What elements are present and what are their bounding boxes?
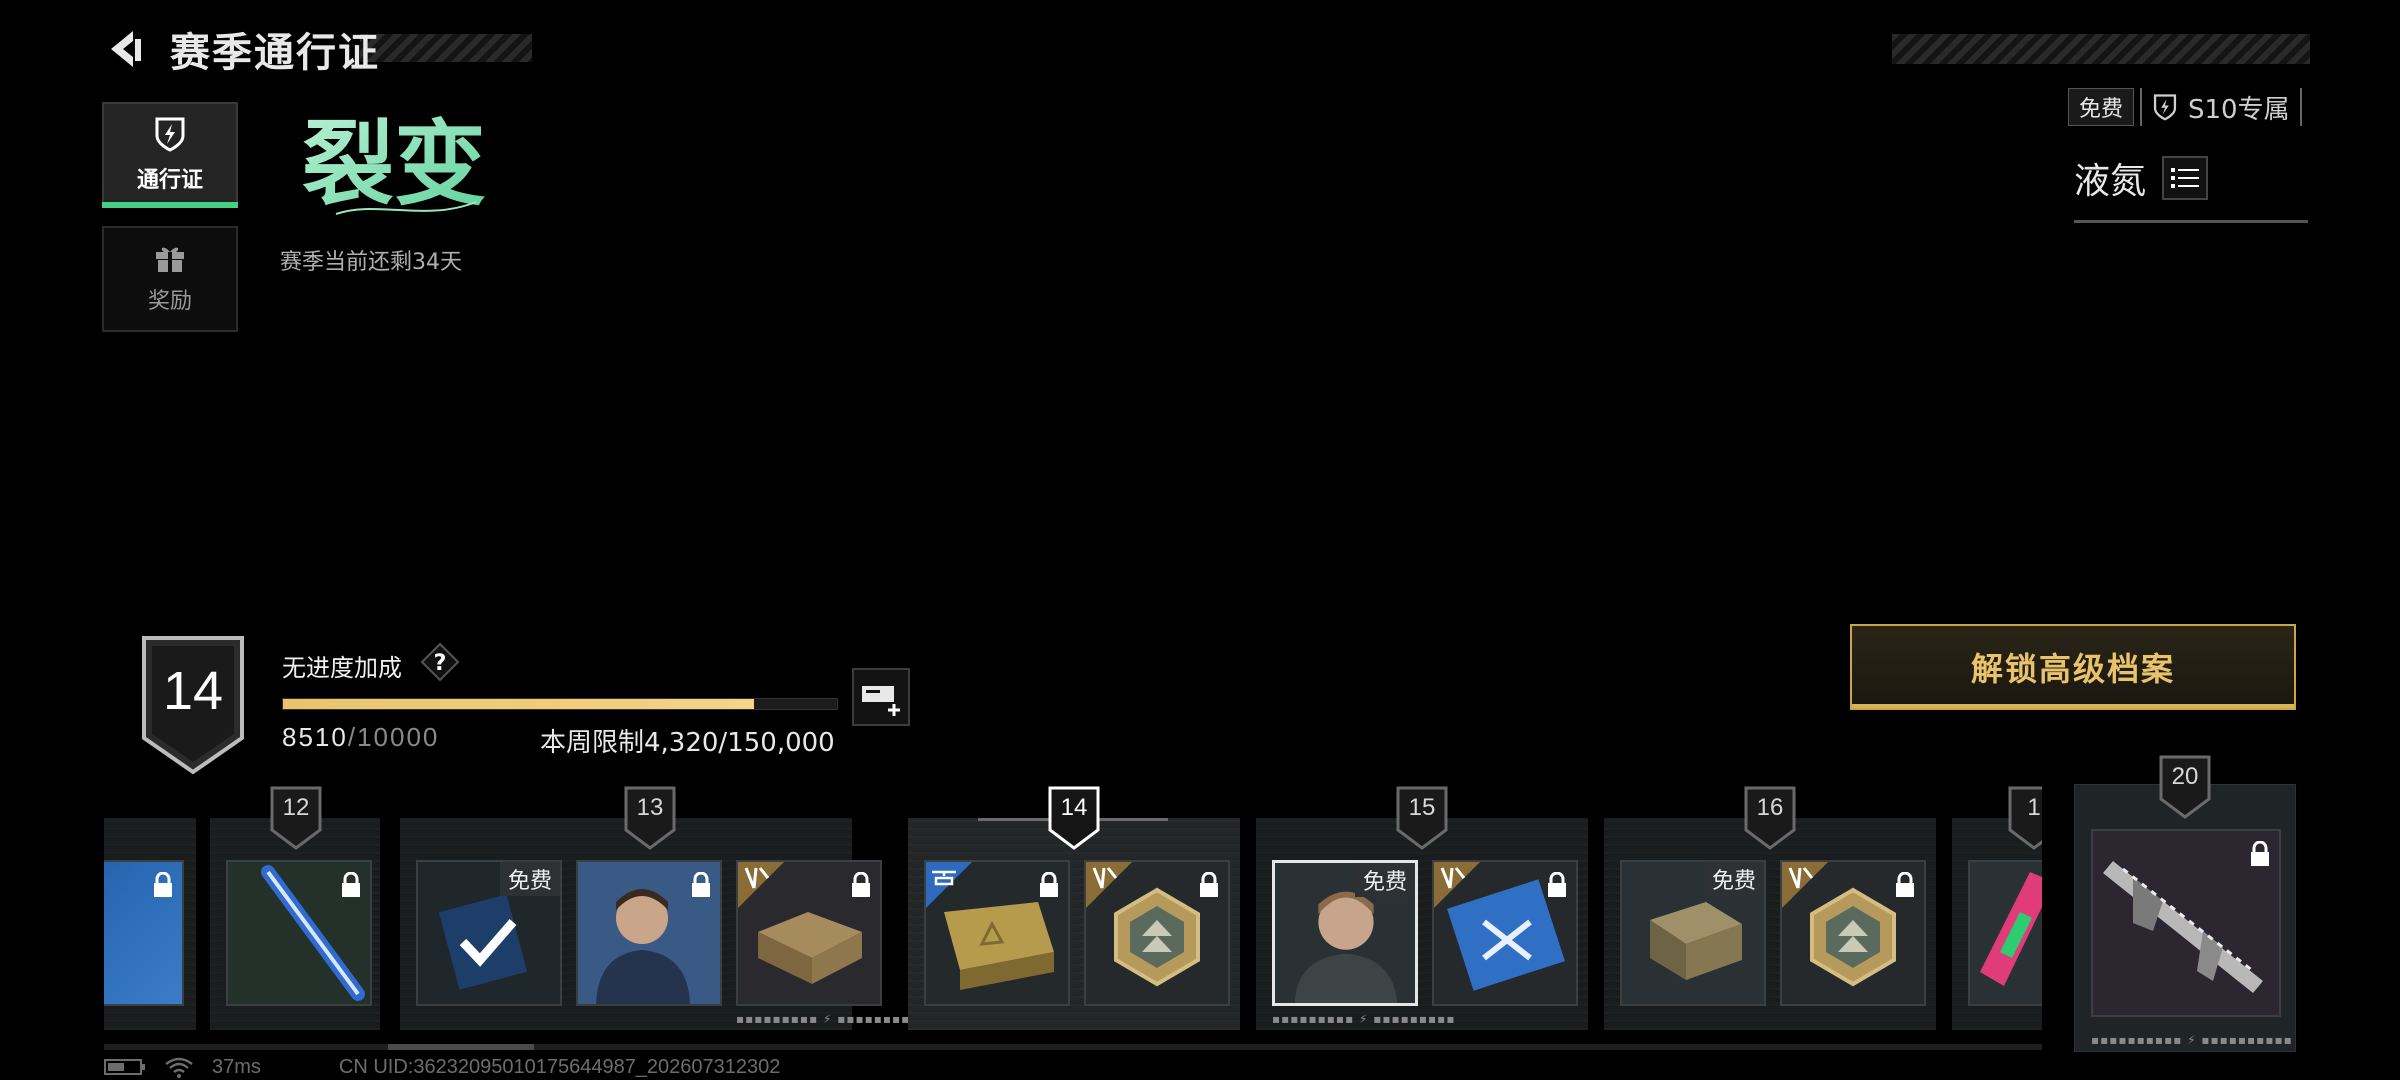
list-icon [2171,168,2199,188]
list-button[interactable] [2162,156,2208,200]
reward-track[interactable]: 12 13 免费 ▪▪▪▪▪▪▪▪▪ ⚡ ▪▪▪▪▪▪▪▪▪ 14 15 免费 … [104,786,2042,1042]
xp-max: /10000 [347,722,440,752]
level-tag-number: 16 [1756,794,1784,821]
free-track-chip[interactable]: 免费 [2068,88,2135,126]
lock-icon [2251,841,2269,866]
season-logo-text: 裂变 [302,111,486,218]
reward-group-16: 16 免费 [1604,786,1936,1030]
page-title: 赛季通行证 [170,30,380,76]
level-tag-number: 1 [2027,794,2041,821]
season-name: 液氮 [2074,161,2147,202]
xp-progress-fill [283,699,755,709]
back-arrow-icon [111,31,141,67]
reward-card[interactable] [1084,860,1230,1006]
divider [2074,220,2308,223]
level-tag: 13 [624,786,676,850]
help-icon: ? [434,651,447,676]
current-level: 14 [162,661,224,721]
reward-card[interactable]: 免费 [416,860,562,1006]
reward-card[interactable] [1780,860,1926,1006]
reward-group-15: 15 免费 ▪▪▪▪▪▪▪▪▪ ⚡ ▪▪▪▪▪▪▪▪▪ [1256,786,1588,1030]
reward-card[interactable] [924,860,1070,1006]
back-button[interactable] [100,24,150,74]
reward-group-14: 14 [908,786,1240,1030]
lock-icon [154,872,172,897]
battery-icon [104,1059,145,1075]
lock-icon [342,872,360,897]
premium-corner-icon [738,862,784,908]
level-tag: 14 [1048,786,1100,850]
lock-icon [852,872,870,897]
level-tag: 15 [1396,786,1448,850]
helicopter-icon [926,862,972,908]
pass-shield-icon [2153,94,2177,121]
reward-group-11 [104,818,196,1030]
lock-icon [1200,872,1218,897]
sidebar-item-pass[interactable]: 通行证 [102,102,238,208]
reward-group-12: 12 [210,786,380,1030]
level-tag: 12 [270,786,322,850]
free-badge: 免费 [1354,863,1415,897]
level-tag: 16 [1744,786,1796,850]
reward-card[interactable]: 免费 [1272,860,1418,1006]
final-reward-card[interactable]: 20 ▪▪▪▪▪▪▪▪▪▪ ⚡ ▪▪▪▪▪▪▪▪▪▪ [2074,755,2296,1052]
free-badge: 免费 [499,862,560,896]
unlock-premium-button[interactable]: 解锁高级档案 [1850,624,2296,710]
reward-card[interactable] [226,860,372,1006]
scrollbar-thumb[interactable] [388,1044,534,1050]
level-tag-number: 15 [1408,794,1436,821]
wifi-icon [165,1057,193,1078]
reward-card[interactable] [736,860,882,1006]
lock-icon [1040,872,1058,897]
header-decoration-right [1892,34,2310,64]
ping-text: 37ms [212,1055,261,1078]
uid-text: CN UID:36232095010175644987_202607312302 [338,1055,781,1078]
premium-track-indicator: ▪▪▪▪▪▪▪▪▪▪ ⚡ ▪▪▪▪▪▪▪▪▪▪ [2091,1033,2293,1047]
reward-card[interactable] [576,860,722,1006]
premium-track-indicator: ▪▪▪▪▪▪▪▪▪ ⚡ ▪▪▪▪▪▪▪▪▪ [1272,1012,1456,1026]
xp-card-add-icon [862,686,900,716]
status-bar: 37ms CN UID:36232095010175644987_2026073… [104,1056,780,1078]
level-tag-number: 12 [282,794,310,821]
colorful-item-icon [1970,862,2042,1004]
exclusive-track-chip[interactable]: S10专属 [2140,88,2302,126]
xp-text: 8510/10000 [282,722,439,753]
lock-icon [1548,872,1566,897]
help-button[interactable]: ? [420,642,460,682]
premium-corner-icon [1434,862,1480,908]
premium-track-indicator: ▪▪▪▪▪▪▪▪▪ ⚡ ▪▪▪▪▪▪▪▪▪ [736,1012,920,1026]
xp-progress-bar [282,698,838,710]
reward-card[interactable] [1432,860,1578,1006]
weekly-limit-text: 本周限制4,320/150,000 [540,728,835,758]
free-badge: 免费 [1703,862,1764,896]
gift-icon [156,247,184,272]
season-logo: 裂变 [302,111,486,218]
exclusive-track-label: S10专属 [2188,94,2290,125]
level-tag-number: 20 [2171,763,2199,790]
reward-group-13: 13 免费 ▪▪▪▪▪▪▪▪▪ ⚡ ▪▪▪▪▪▪▪▪▪ [400,786,918,1030]
level-tag-number: 14 [1060,794,1088,821]
reward-card[interactable] [104,860,184,1006]
sidebar-item-label: 奖励 [147,289,192,314]
premium-corner-icon [1782,862,1828,908]
top-bar: 赛季通行证 [100,24,532,76]
reward-card[interactable] [1968,860,2042,1006]
progress-bonus-label: 无进度加成 [282,654,402,682]
xp-current: 8510 [282,722,348,752]
sidebar-item-label: 通行证 [136,168,203,193]
reward-group-17: 1 [1952,786,2042,1030]
track-scrollbar[interactable] [104,1044,2042,1050]
lock-icon [1896,872,1914,897]
level-tag-number: 13 [636,794,664,821]
level-tag: 20 [2159,755,2211,819]
pass-shield-icon [155,117,185,152]
sidebar-item-rewards[interactable]: 奖励 [102,226,238,332]
reward-card[interactable] [2091,829,2281,1017]
lock-icon [692,872,710,897]
level-tag: 1 [2008,786,2042,850]
premium-corner-icon [1086,862,1132,908]
season-remaining-text: 赛季当前还剩34天 [280,250,462,275]
reward-card[interactable]: 免费 [1620,860,1766,1006]
xp-card-button[interactable] [852,668,910,726]
